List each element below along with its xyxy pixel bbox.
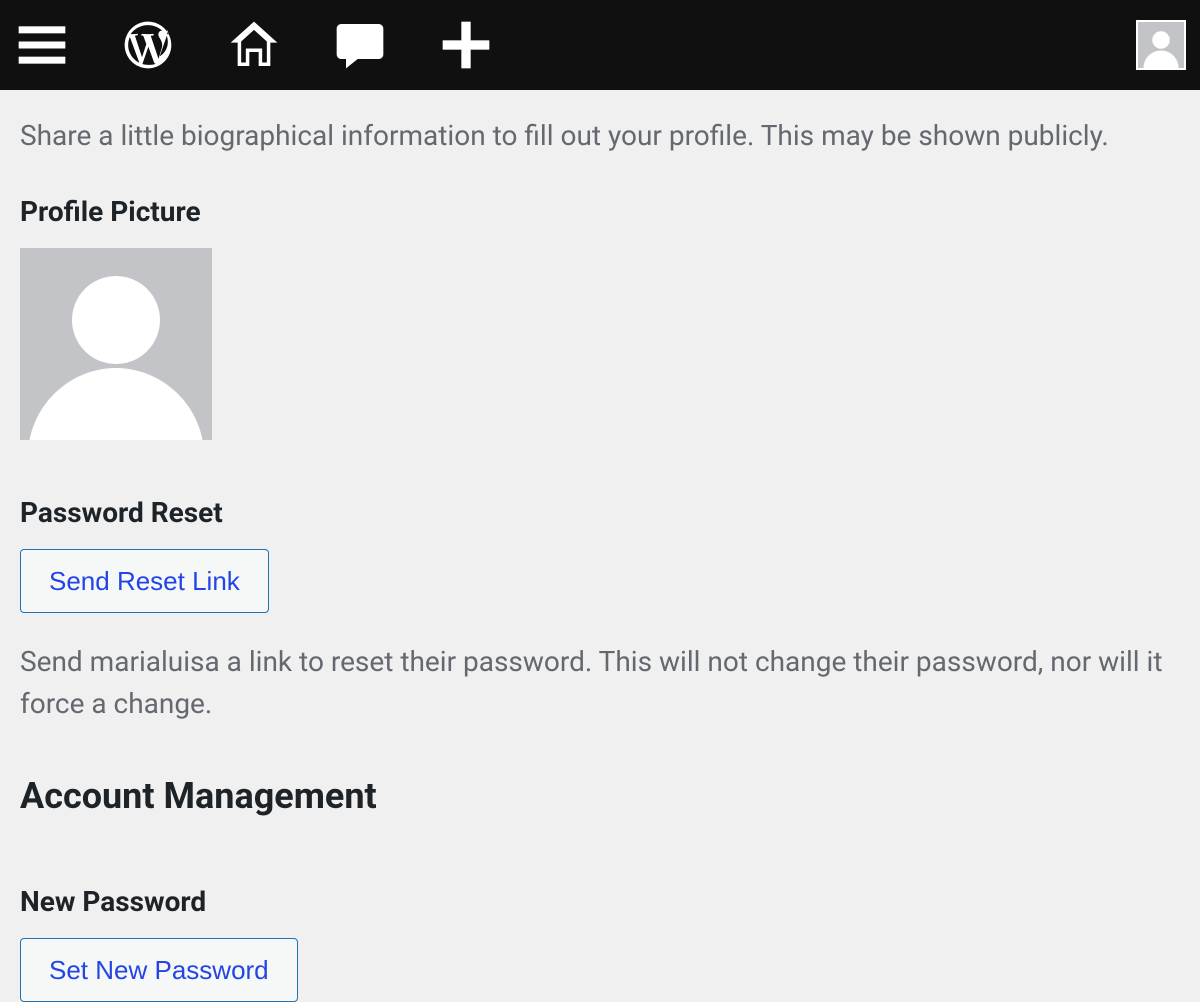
user-avatar[interactable] [1136,20,1186,70]
admin-toolbar [0,0,1200,90]
person-icon [20,248,212,440]
profile-content: Share a little biographical information … [0,116,1200,1002]
password-reset-help: Send marialuisa a link to reset their pa… [20,641,1180,725]
profile-picture-label: Profile Picture [20,195,1180,228]
bio-description: Share a little biographical information … [20,116,1180,155]
new-password-label: New Password [20,885,1180,918]
password-reset-label: Password Reset [20,496,1180,529]
menu-icon[interactable] [14,17,70,73]
account-management-heading: Account Management [20,775,1180,817]
profile-picture-placeholder [20,248,212,440]
home-icon[interactable] [226,17,282,73]
plus-icon[interactable] [438,17,494,73]
send-reset-link-button[interactable]: Send Reset Link [20,549,269,613]
comment-icon[interactable] [332,17,388,73]
wordpress-icon[interactable] [120,17,176,73]
set-new-password-button[interactable]: Set New Password [20,938,298,1002]
toolbar-left-group [14,17,494,73]
